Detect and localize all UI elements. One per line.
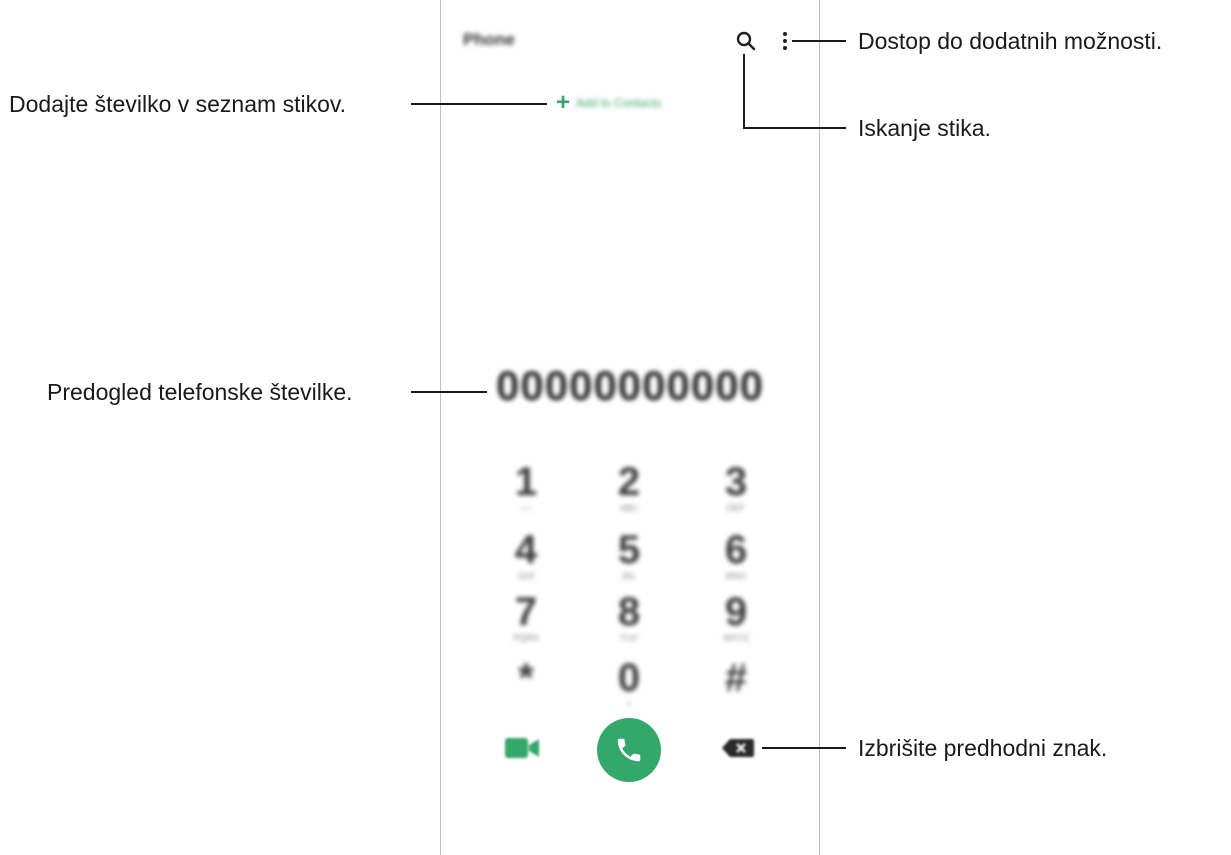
search-icon[interactable] [735, 30, 757, 57]
callout-line-add [411, 103, 547, 105]
app-title: Phone [463, 30, 515, 49]
key-letters: PQRS [513, 633, 539, 643]
key-digit: 7 [514, 590, 538, 634]
more-options-icon[interactable] [781, 30, 789, 57]
phone-icon [617, 738, 641, 762]
call-button[interactable] [597, 718, 661, 782]
callout-line-search-vertical [743, 54, 745, 128]
plus-icon: + [556, 89, 571, 116]
key-7[interactable]: 7 PQRS [481, 590, 571, 643]
callout-line-preview [411, 391, 487, 393]
add-to-contacts-button[interactable]: + Add to Contacts [556, 89, 662, 116]
key-letters: GHI [517, 571, 534, 581]
key-letters [481, 700, 571, 708]
key-digit: 2 [617, 460, 641, 504]
key-8[interactable]: 8 TUV [584, 590, 674, 643]
callout-add-contact: Dodajte številko v seznam stikov. [9, 91, 347, 117]
callout-number-preview: Predogled telefonske številke. [47, 379, 353, 405]
key-0[interactable]: 0 + [584, 656, 674, 709]
key-9[interactable]: 9 WXYZ [691, 590, 781, 643]
key-letters: JKL [621, 571, 637, 581]
key-digit: 0 [617, 656, 641, 700]
key-digit: 3 [724, 460, 748, 504]
key-letters: ○○ [520, 503, 532, 513]
video-call-icon[interactable] [505, 737, 541, 764]
backspace-icon[interactable] [721, 738, 755, 763]
key-digit: 8 [617, 590, 641, 634]
key-6[interactable]: 6 MNO [691, 528, 781, 581]
key-hash[interactable]: # [691, 656, 781, 708]
key-digit: 1 [514, 460, 538, 504]
number-preview: 00000000000 [496, 362, 764, 409]
key-digit: 4 [514, 528, 538, 572]
callout-line-delete [762, 747, 846, 749]
key-5[interactable]: 5 JKL [584, 528, 674, 581]
key-letters: + [626, 699, 632, 709]
key-letters: ABC [619, 503, 639, 513]
key-2[interactable]: 2 ABC [584, 460, 674, 513]
key-letters: MNO [725, 571, 747, 581]
key-digit: # [724, 656, 748, 700]
add-to-contacts-label: Add to Contacts [576, 96, 662, 110]
callout-line-more [792, 40, 846, 42]
key-1[interactable]: 1 ○○ [481, 460, 571, 513]
key-letters [691, 700, 781, 708]
callout-line-search-horizontal [743, 127, 846, 129]
key-letters: TUV [620, 633, 638, 643]
key-digit: 9 [724, 590, 748, 634]
key-digit: 6 [724, 528, 748, 572]
key-digit: 5 [617, 528, 641, 572]
callout-more-options: Dostop do dodatnih možnosti. [858, 28, 1163, 54]
key-4[interactable]: 4 GHI [481, 528, 571, 581]
key-letters: WXYZ [723, 633, 749, 643]
callout-search: Iskanje stika. [858, 115, 991, 141]
key-3[interactable]: 3 DEF [691, 460, 781, 513]
callout-delete: Izbrišite predhodni znak. [858, 735, 1108, 761]
key-digit: * [518, 656, 534, 700]
key-letters: DEF [727, 503, 745, 513]
key-star[interactable]: * [481, 656, 571, 708]
